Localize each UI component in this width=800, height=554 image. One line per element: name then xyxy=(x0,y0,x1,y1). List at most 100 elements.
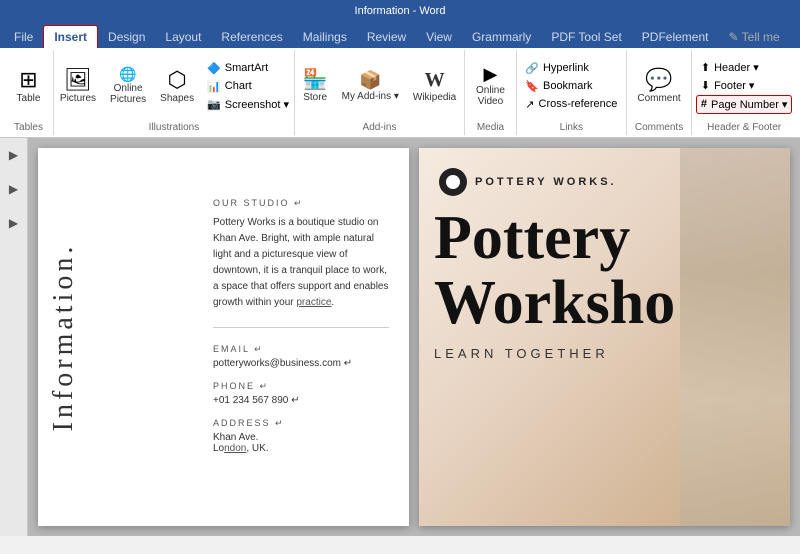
email-label: EMAIL ↵ xyxy=(213,344,389,355)
group-media: ▶ OnlineVideo Media xyxy=(465,50,517,135)
bookmark-icon: 🔖 xyxy=(525,80,539,93)
chart-button[interactable]: 📊 Chart xyxy=(202,78,294,95)
tab-layout[interactable]: Layout xyxy=(155,26,211,48)
pictures-icon: 🖼 xyxy=(64,69,92,91)
links-group-label: Links xyxy=(560,120,583,133)
hyperlink-button[interactable]: 🔗 Hyperlink xyxy=(520,60,622,77)
wikipedia-button[interactable]: W Wikipedia xyxy=(407,67,462,106)
smartart-button[interactable]: 🔷 SmartArt xyxy=(202,60,294,77)
address-section: ADDRESS ↵ Khan Ave. London, UK. xyxy=(213,418,389,454)
comment-icon: 💬 xyxy=(645,69,672,91)
footer-button[interactable]: ⬇ Footer ▾ xyxy=(696,77,793,94)
tab-grammarly[interactable]: Grammarly xyxy=(462,26,541,48)
bookmark-label: Bookmark xyxy=(543,80,593,92)
store-button[interactable]: 🏪 Store xyxy=(297,67,334,106)
wikipedia-label: Wikipedia xyxy=(413,92,456,103)
sidebar-arrow-1[interactable]: ▶ xyxy=(9,148,18,162)
hyperlink-icon: 🔗 xyxy=(525,62,539,75)
phone-label: PHONE ↵ xyxy=(213,381,389,392)
tab-pdfelement[interactable]: PDFelement xyxy=(632,26,719,48)
group-links: 🔗 Hyperlink 🔖 Bookmark ↗ Cross-reference… xyxy=(517,50,627,135)
bookmark-button[interactable]: 🔖 Bookmark xyxy=(520,78,622,95)
online-pictures-icon: 🌐 xyxy=(119,67,136,81)
sidebar-arrow-3[interactable]: ▶ xyxy=(9,216,18,230)
tab-pdftoolset[interactable]: PDF Tool Set xyxy=(541,26,631,48)
page-left: Information. OUR STUDIO ↵ Pottery Works … xyxy=(38,148,409,526)
tab-references[interactable]: References xyxy=(211,26,292,48)
shapes-icon: ⬡ xyxy=(168,69,187,91)
group-header-footer: ⬆ Header ▾ ⬇ Footer ▾ # Page Number ▾ He… xyxy=(692,50,796,135)
cross-reference-button[interactable]: ↗ Cross-reference xyxy=(520,96,622,113)
sidebar: ▶ ▶ ▶ xyxy=(0,138,28,536)
table-label: Table xyxy=(17,93,41,104)
practice-word: practice xyxy=(296,297,331,308)
tab-insert[interactable]: Insert xyxy=(43,25,98,48)
screenshot-button[interactable]: 📷 Screenshot ▾ xyxy=(202,96,294,113)
tab-design[interactable]: Design xyxy=(98,26,155,48)
footer-label: Footer ▾ xyxy=(714,79,754,92)
my-addins-icon: 📦 xyxy=(359,71,381,89)
content-column: OUR STUDIO ↵ Pottery Works is a boutique… xyxy=(213,168,389,454)
table-button[interactable]: ⊞ Table xyxy=(11,66,47,107)
header-footer-group-label: Header & Footer xyxy=(707,120,781,133)
pottery-logo-text: POTTERY WORKS. xyxy=(475,176,617,188)
my-addins-button[interactable]: 📦 My Add-ins ▾ xyxy=(336,68,405,105)
main-content-area: ▶ ▶ ▶ Information. OUR STUDIO ↵ Pottery … xyxy=(0,138,800,536)
online-video-icon: ▶ xyxy=(484,65,498,83)
address-value-2: London, UK. xyxy=(213,443,389,454)
online-pictures-label: OnlinePictures xyxy=(110,83,146,105)
tab-review[interactable]: Review xyxy=(357,26,416,48)
shapes-label: Shapes xyxy=(160,93,194,104)
cross-reference-label: Cross-reference xyxy=(539,98,618,110)
document-area: Information. OUR STUDIO ↵ Pottery Works … xyxy=(28,138,800,536)
online-video-label: OnlineVideo xyxy=(476,85,505,107)
page-number-button[interactable]: # Page Number ▾ xyxy=(696,95,793,114)
group-tables: ⊞ Table Tables xyxy=(4,50,54,135)
pictures-label: Pictures xyxy=(60,93,96,104)
email-value: potteryworks@business.com ↵ xyxy=(213,358,389,369)
tab-file[interactable]: File xyxy=(4,26,43,48)
pictures-button[interactable]: 🖼 Pictures xyxy=(54,66,102,107)
comment-button[interactable]: 💬 Comment xyxy=(631,66,686,107)
phone-value: +01 234 567 890 ↵ xyxy=(213,395,389,406)
my-addins-label: My Add-ins ▾ xyxy=(342,91,399,102)
comment-label: Comment xyxy=(637,93,680,104)
wikipedia-icon: W xyxy=(425,70,445,90)
chart-label: Chart xyxy=(225,80,252,92)
page-number-icon: # xyxy=(701,98,707,110)
page-content-left: Information. OUR STUDIO ↵ Pottery Works … xyxy=(38,148,409,526)
title-bar: Information - Word xyxy=(0,0,800,22)
media-group-label: Media xyxy=(477,120,504,133)
store-icon: 🏪 xyxy=(303,70,328,90)
illustrations-group-label: Illustrations xyxy=(149,120,200,133)
group-illustrations: 🖼 Pictures 🌐 OnlinePictures ⬡ Shapes 🔷 S… xyxy=(54,50,295,135)
smartart-icon: 🔷 xyxy=(207,62,221,75)
table-icon: ⊞ xyxy=(19,69,37,91)
cross-reference-icon: ↗ xyxy=(525,98,534,111)
pottery-logo-circle-inner xyxy=(446,175,460,189)
page-right: POTTERY WORKS. Pottery Worksho LEARN TOG… xyxy=(419,148,790,526)
london-word: ndon xyxy=(224,443,246,454)
shapes-button[interactable]: ⬡ Shapes xyxy=(154,66,200,107)
ribbon-tabs: File Insert Design Layout References Mai… xyxy=(0,22,800,48)
address-value-1: Khan Ave. xyxy=(213,432,389,443)
tab-view[interactable]: View xyxy=(416,26,462,48)
tab-mailings[interactable]: Mailings xyxy=(293,26,357,48)
sidebar-arrow-2[interactable]: ▶ xyxy=(9,182,18,196)
photo-overlay xyxy=(680,148,790,526)
rotated-title: Information. xyxy=(48,243,80,432)
tab-tellme[interactable]: ✎ Tell me xyxy=(719,26,790,48)
online-pictures-button[interactable]: 🌐 OnlinePictures xyxy=(104,64,152,108)
screenshot-icon: 📷 xyxy=(207,98,221,111)
comments-group-label: Comments xyxy=(635,120,683,133)
header-button[interactable]: ⬆ Header ▾ xyxy=(696,59,793,76)
footer-icon: ⬇ xyxy=(701,79,710,92)
rotated-title-container: Information. xyxy=(48,243,80,432)
phone-section: PHONE ↵ +01 234 567 890 ↵ xyxy=(213,381,389,406)
divider-1 xyxy=(213,327,389,328)
our-studio-text: Pottery Works is a boutique studio on Kh… xyxy=(213,215,389,311)
our-studio-section: OUR STUDIO ↵ Pottery Works is a boutique… xyxy=(213,198,389,311)
title-bar-text: Information - Word xyxy=(8,5,792,17)
online-video-button[interactable]: ▶ OnlineVideo xyxy=(470,62,511,110)
hyperlink-label: Hyperlink xyxy=(543,62,589,74)
